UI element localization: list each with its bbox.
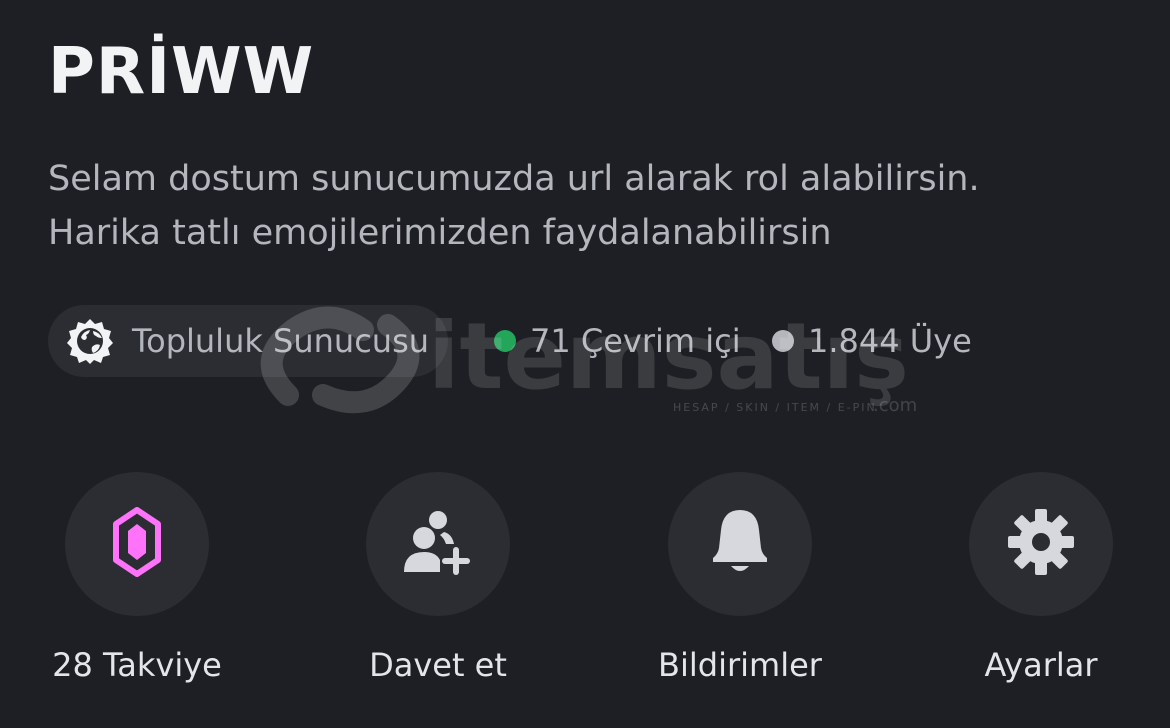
member-status-dot	[772, 330, 794, 352]
watermark-suffix: .com	[873, 395, 917, 416]
description-line-1: Selam dostum sunucumuzda url alarak rol …	[48, 159, 980, 199]
online-status-dot	[494, 330, 516, 352]
settings-button-circle[interactable]	[969, 472, 1113, 616]
boost-label: 28 Takviye	[52, 646, 222, 684]
notifications-label: Bildirimler	[658, 646, 822, 684]
gear-icon	[1007, 508, 1075, 580]
description-line-2: Harika tatlı emojilerimizden faydalanabi…	[48, 213, 832, 253]
community-server-badge[interactable]: Topluluk Sunucusu	[48, 305, 448, 377]
community-label: Topluluk Sunucusu	[132, 322, 430, 360]
invite-button-circle[interactable]	[366, 472, 510, 616]
bell-icon	[710, 508, 770, 580]
watermark-tagline: HESAP / SKIN / ITEM / E-PIN	[673, 401, 877, 414]
boost-button[interactable]: 28 Takviye	[37, 472, 237, 684]
server-description: Selam dostum sunucumuzda url alarak rol …	[48, 152, 1128, 260]
invite-user-icon	[402, 508, 474, 580]
community-badge-icon	[66, 317, 114, 365]
online-count-text: 71 Çevrim içi	[530, 322, 741, 360]
server-name: PRİWW	[48, 35, 315, 109]
online-count: 71 Çevrim içi	[494, 322, 741, 360]
notifications-button-circle[interactable]	[668, 472, 812, 616]
settings-button[interactable]: Ayarlar	[941, 472, 1141, 684]
settings-label: Ayarlar	[984, 646, 1098, 684]
boost-gem-icon	[112, 507, 162, 581]
invite-label: Davet et	[369, 646, 507, 684]
invite-button[interactable]: Davet et	[338, 472, 538, 684]
notifications-button[interactable]: Bildirimler	[640, 472, 840, 684]
member-count: 1.844 Üye	[772, 322, 972, 360]
member-count-text: 1.844 Üye	[808, 322, 972, 360]
boost-button-circle[interactable]	[65, 472, 209, 616]
